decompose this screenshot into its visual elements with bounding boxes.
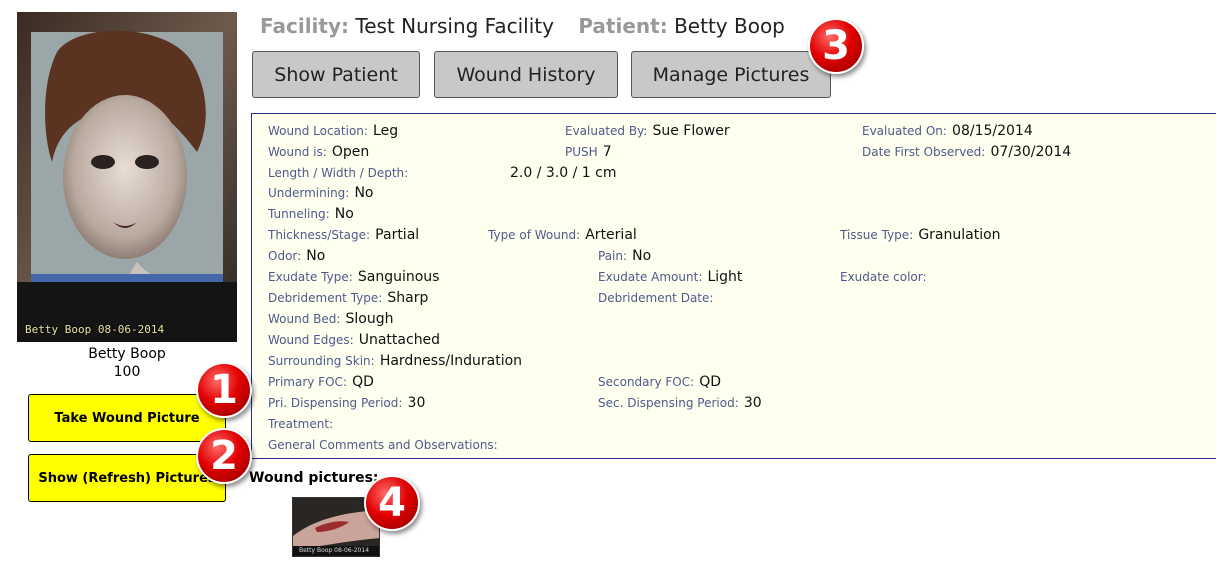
secondary-foc-field: Secondary FOC: QD bbox=[598, 374, 722, 390]
primary-dispensing-field: Pri. Dispensing Period: 30 bbox=[268, 395, 426, 411]
debridement-type-field: Debridement Type: Sharp bbox=[268, 290, 429, 306]
callout-badge-2: 2 bbox=[196, 428, 252, 484]
show-patient-button[interactable]: Show Patient bbox=[252, 51, 420, 98]
undermining-field: Undermining: No bbox=[268, 185, 374, 201]
tissue-type-field: Tissue Type: Granulation bbox=[840, 227, 1001, 243]
secondary-dispensing-field: Sec. Dispensing Period: 30 bbox=[598, 395, 762, 411]
dimensions-label: Length / Width / Depth: bbox=[268, 166, 409, 180]
wound-location-field: Wound Location: Leg bbox=[268, 123, 399, 139]
exudate-type-field: Exudate Type: Sanguinous bbox=[268, 269, 440, 285]
debridement-date-field: Debridement Date: bbox=[598, 291, 714, 305]
thumbnail-caption: Betty Boop 08-06-2014 bbox=[299, 547, 370, 554]
facility-name: Test Nursing Facility bbox=[355, 14, 554, 38]
dimensions-value: 2.0 / 3.0 / 1 cm bbox=[510, 165, 617, 181]
wound-edges-field: Wound Edges: Unattached bbox=[268, 332, 441, 348]
evaluated-on-field: Evaluated On: 08/15/2014 bbox=[862, 123, 1033, 139]
photo-caption: Betty Boop 08-06-2014 bbox=[25, 323, 165, 336]
first-observed-field: Date First Observed: 07/30/2014 bbox=[862, 144, 1072, 160]
wound-bed-field: Wound Bed: Slough bbox=[268, 311, 394, 327]
facility-label: Facility: bbox=[260, 14, 350, 38]
patient-photo: Betty Boop 08-06-2014 bbox=[17, 12, 237, 342]
callout-badge-3: 3 bbox=[808, 18, 864, 74]
surrounding-skin-field: Surrounding Skin: Hardness/Induration bbox=[268, 353, 523, 369]
exudate-amount-field: Exudate Amount: Light bbox=[598, 269, 743, 285]
wound-type-field: Type of Wound: Arterial bbox=[488, 227, 637, 243]
pain-field: Pain: No bbox=[598, 248, 652, 264]
wound-is-field: Wound is: Open bbox=[268, 144, 370, 160]
treatment-field: Treatment: bbox=[268, 417, 334, 431]
comments-field: General Comments and Observations: bbox=[268, 438, 498, 452]
tunneling-field: Tunneling: No bbox=[268, 206, 354, 222]
take-wound-picture-button[interactable]: Take Wound Picture bbox=[28, 394, 226, 442]
page-header: Facility: Test Nursing Facility Patient:… bbox=[260, 14, 803, 38]
patient-name: Betty Boop bbox=[88, 346, 166, 362]
header-patient-name: Betty Boop bbox=[674, 14, 785, 38]
push-field: PUSH 7 bbox=[565, 144, 612, 160]
primary-foc-field: Primary FOC: QD bbox=[268, 374, 374, 390]
odor-field: Odor: No bbox=[268, 248, 326, 264]
callout-badge-1: 1 bbox=[196, 362, 252, 418]
evaluated-by-field: Evaluated By: Sue Flower bbox=[565, 123, 730, 139]
wound-details-panel: Wound Location: Leg Evaluated By: Sue Fl… bbox=[251, 113, 1216, 459]
thickness-field: Thickness/Stage: Partial bbox=[268, 227, 420, 243]
wound-pictures-label: Wound pictures: bbox=[249, 470, 379, 486]
manage-pictures-button[interactable]: Manage Pictures bbox=[631, 51, 831, 98]
callout-badge-4: 4 bbox=[364, 475, 420, 531]
exudate-color-field: Exudate color: bbox=[840, 270, 927, 284]
patient-label: Patient: bbox=[578, 14, 668, 38]
wound-history-button[interactable]: Wound History bbox=[434, 51, 618, 98]
